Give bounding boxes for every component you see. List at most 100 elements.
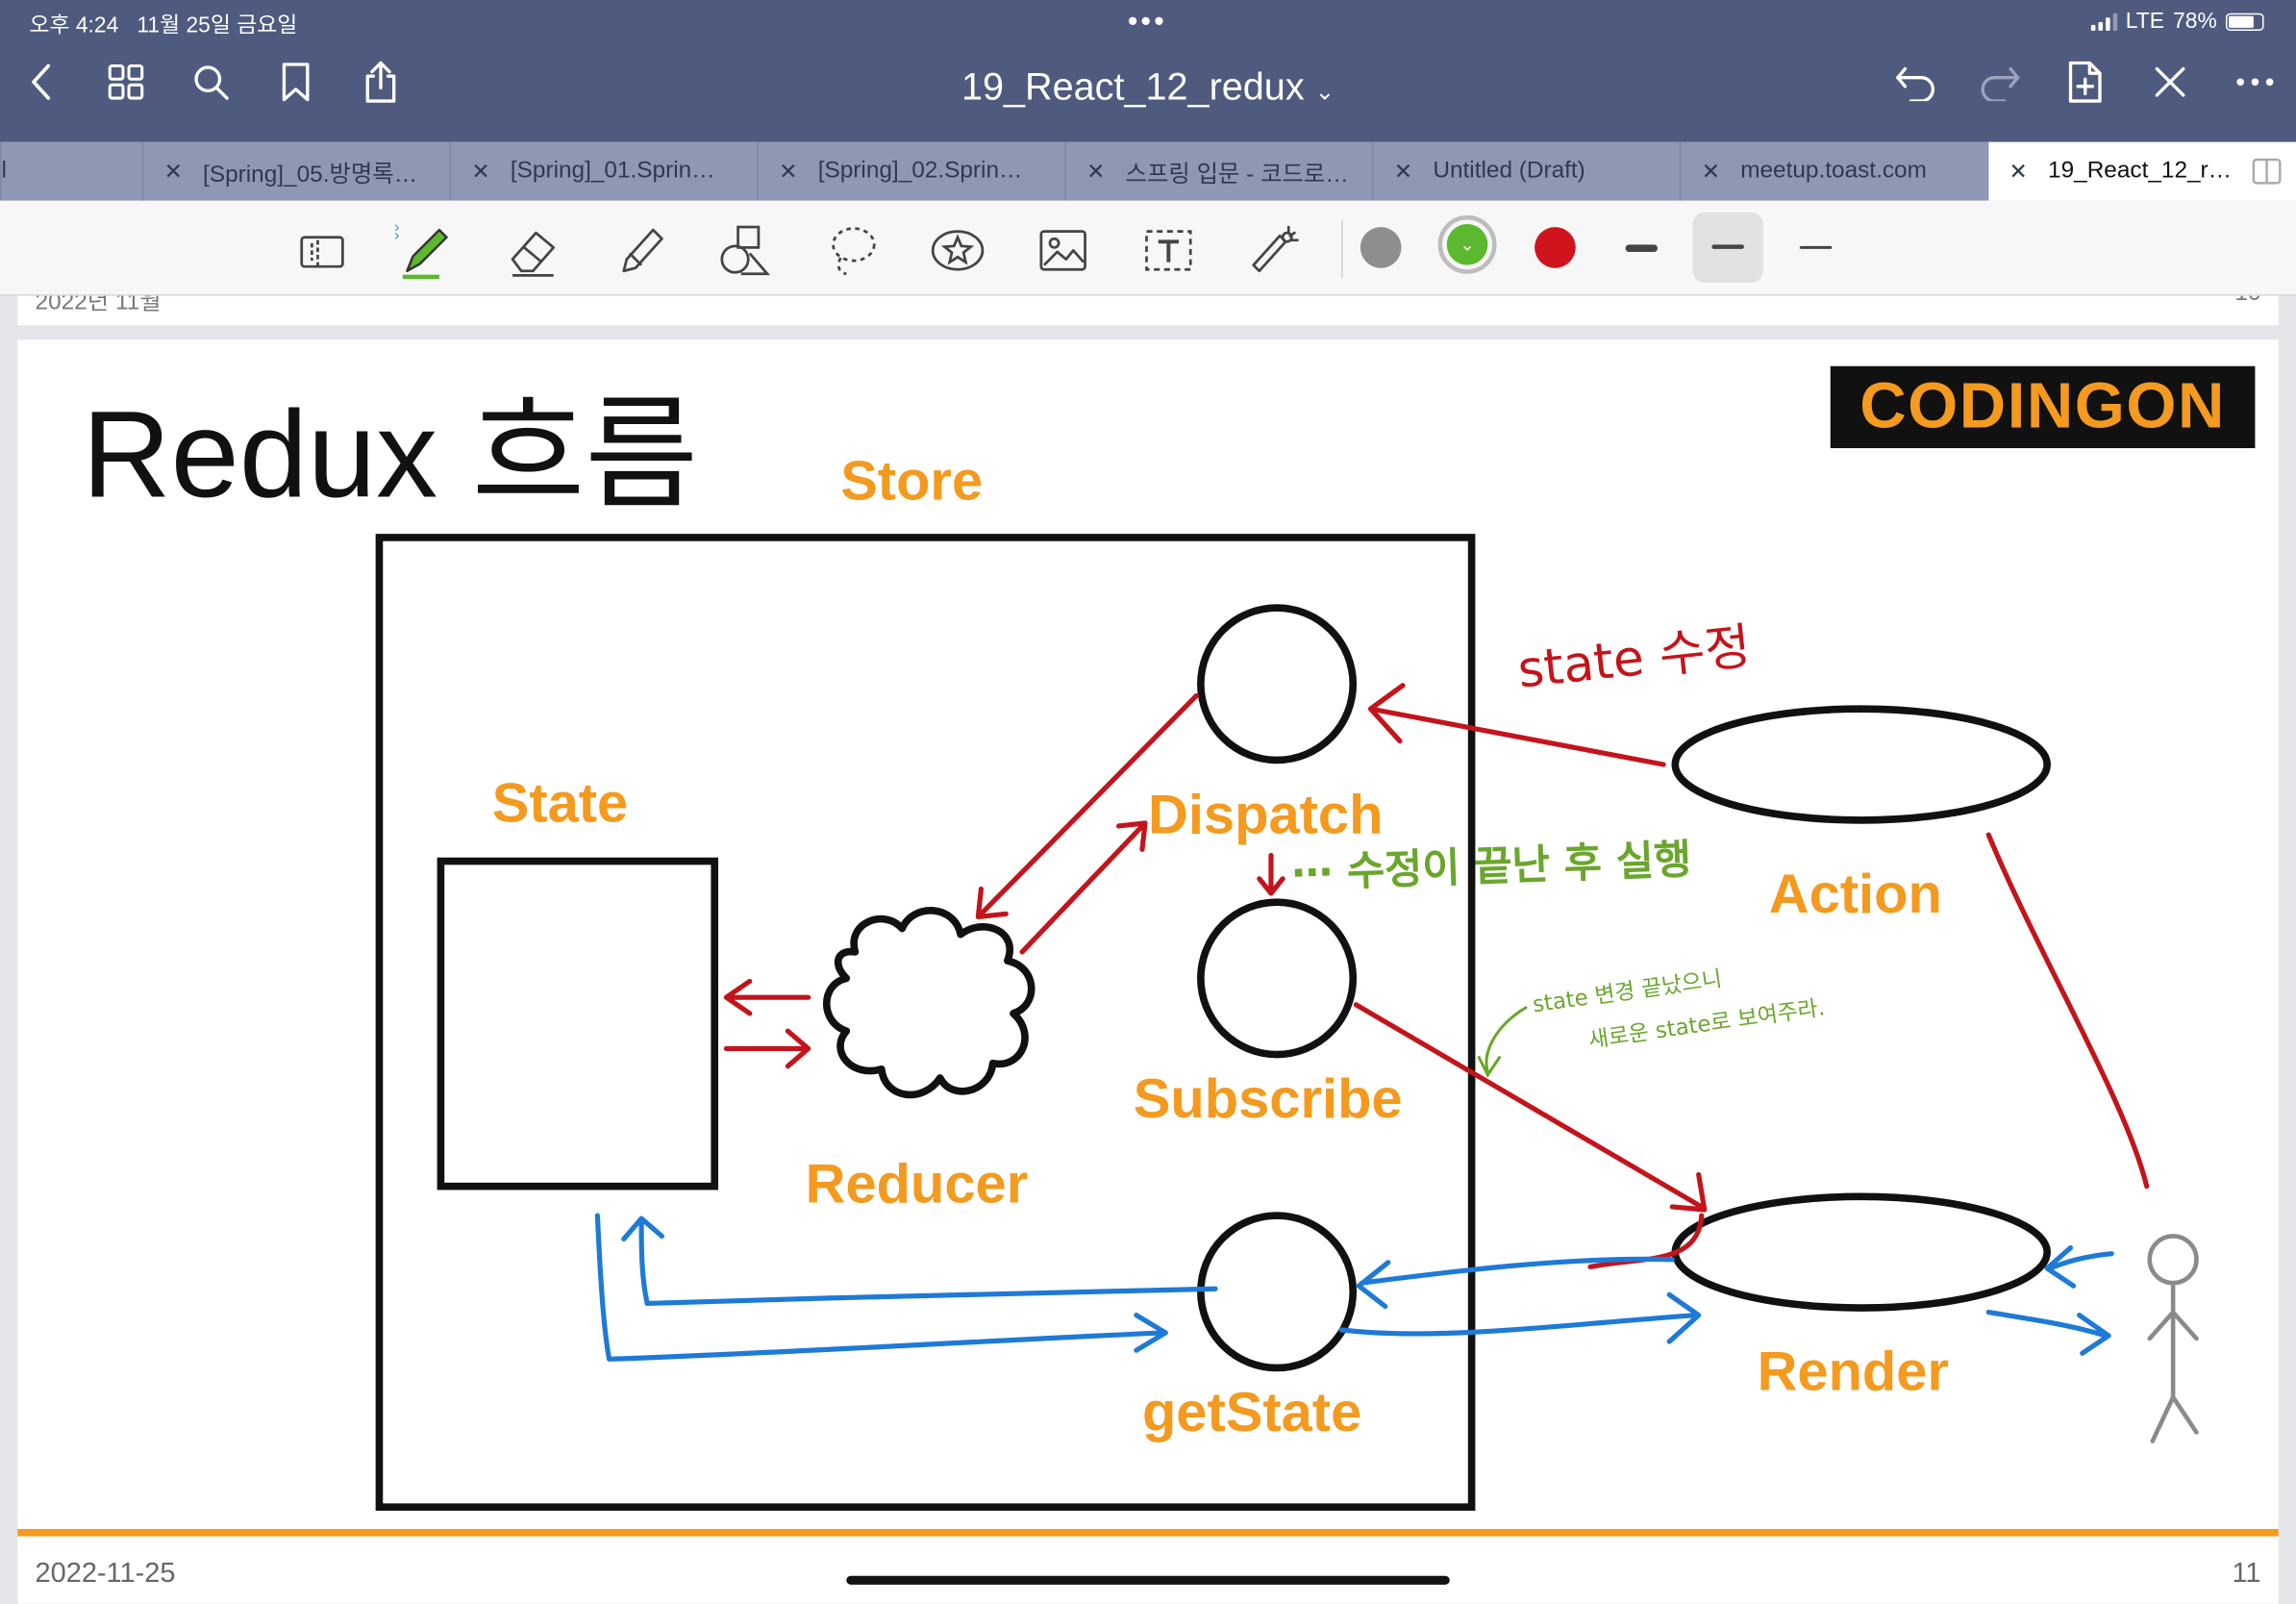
arrow-state-to-reducer: [723, 1028, 811, 1069]
shape-select-icon[interactable]: [293, 221, 352, 280]
tab-7-active[interactable]: ✕ 19_React_12_r…: [1986, 141, 2296, 201]
tab-4[interactable]: ✕ 스프링 입문 - 코드로…: [1064, 141, 1372, 201]
chevron-down-icon[interactable]: ⌄: [1315, 81, 1335, 106]
tab-bar: l ✕ [Spring]_05.방명록… ✕ [Spring]_01.Sprin… …: [0, 141, 2296, 201]
close-tab-icon[interactable]: ✕: [1394, 158, 1412, 185]
document-canvas[interactable]: 2022년 11월 10 Redux 흐름 CODINGON: [0, 295, 2296, 1604]
status-indicators: LTE 78%: [2090, 9, 2264, 35]
redo-icon[interactable]: [1977, 59, 2024, 106]
tab-0[interactable]: l: [0, 141, 142, 201]
tab-5[interactable]: ✕ Untitled (Draft): [1372, 141, 1680, 201]
shapes-icon[interactable]: [717, 221, 776, 280]
top-bar: 오후 4:24 11월 25일 금요일 ••• LTE 78% 19_React…: [0, 0, 2296, 142]
label-render: Render: [1757, 1341, 1949, 1404]
tab-1[interactable]: ✕ [Spring]_05.방명록…: [141, 141, 450, 201]
home-indicator[interactable]: [846, 1575, 1450, 1585]
arrow-getstate-to-render: [1338, 1291, 1702, 1344]
label-action: Action: [1768, 864, 1942, 926]
arrow-state-to-getstate: [594, 1213, 1168, 1362]
getstate-circle: [1197, 1212, 1358, 1372]
status-date: 11월 25일 금요일: [137, 13, 298, 38]
color-swatch-red[interactable]: [1535, 227, 1576, 268]
highlighter-icon[interactable]: [612, 221, 671, 280]
tab-label: 스프링 입문 - 코드로…: [1125, 163, 1349, 188]
tab-6[interactable]: ✕ meetup.toast.com: [1679, 141, 1987, 201]
subscribe-circle: [1197, 898, 1358, 1059]
line-user-to-action: [1985, 832, 2150, 1190]
label-getstate: getState: [1141, 1382, 1362, 1444]
multitask-handle[interactable]: •••: [1128, 8, 1167, 37]
arrow-getstate-to-state: [621, 1216, 1218, 1307]
close-tab-icon[interactable]: ✕: [164, 158, 183, 185]
lasso-icon[interactable]: [823, 221, 882, 280]
undo-icon[interactable]: [1892, 59, 1939, 106]
close-tab-icon[interactable]: ✕: [1086, 158, 1105, 185]
close-edit-icon[interactable]: [2147, 59, 2194, 106]
status-time: 오후 4:24 11월 25일 금요일: [29, 9, 297, 39]
eraser-icon[interactable]: [504, 221, 562, 280]
tab-label: [Spring]_01.Sprin…: [510, 158, 715, 184]
dispatch-circle: [1197, 604, 1358, 764]
laser-pointer-icon[interactable]: [1245, 221, 1304, 280]
previous-page-edge: 2022년 11월 10: [17, 295, 2279, 326]
image-icon[interactable]: [1034, 221, 1092, 280]
slide-page: Redux 흐름 CODINGON Store State Reducer Di…: [17, 339, 2279, 1604]
thickness-thin[interactable]: [1799, 245, 1833, 249]
battery-icon: [2225, 12, 2264, 31]
prev-page-date: 2022년 11월: [35, 295, 162, 315]
action-ellipse: [1671, 705, 2051, 824]
add-page-icon[interactable]: [2061, 59, 2109, 106]
label-subscribe: Subscribe: [1133, 1068, 1403, 1131]
thickness-medium-selected[interactable]: [1692, 212, 1763, 283]
close-tab-icon[interactable]: ✕: [1702, 158, 1720, 185]
prev-page-number: 10: [2234, 296, 2260, 308]
user-stick-figure: [2147, 1234, 2199, 1443]
tab-3[interactable]: ✕ [Spring]_02.Sprin…: [757, 141, 1064, 201]
drawing-toolbar: ᛒ ⌄: [0, 200, 2296, 473]
footer-date: 2022-11-25: [35, 1558, 176, 1590]
document-title-text[interactable]: 19_React_12_redux: [961, 64, 1305, 109]
arrow-user-to-render: [2044, 1245, 2114, 1289]
thickness-thick[interactable]: [1625, 244, 1659, 252]
pen-icon[interactable]: ᛒ: [395, 221, 454, 280]
document-title[interactable]: 19_React_12_redux ⌄: [0, 64, 2296, 110]
green-pointer-arrow: [1477, 1006, 1528, 1078]
signal-icon: [2090, 12, 2117, 31]
state-box: [437, 857, 719, 1190]
status-clock: 오후 4:24: [29, 13, 119, 38]
sticker-icon[interactable]: [929, 221, 987, 280]
tab-label: [Spring]_02.Sprin…: [817, 158, 1023, 184]
label-reducer: Reducer: [805, 1154, 1029, 1216]
tab-label: [Spring]_05.방명록…: [203, 163, 418, 188]
close-tab-icon[interactable]: ✕: [2009, 158, 2028, 185]
footer-rule: [17, 1529, 2279, 1537]
tab-label: meetup.toast.com: [1740, 158, 1927, 184]
arrow-reducer-to-dispatch: [1019, 820, 1148, 955]
tab-2[interactable]: ✕ [Spring]_01.Sprin…: [449, 141, 758, 201]
tab-label: 19_React_12_r…: [2048, 158, 2233, 184]
more-icon[interactable]: [2232, 59, 2279, 106]
arrow-render-to-user: [1985, 1310, 2111, 1356]
tab-label: l: [1, 158, 7, 184]
close-tab-icon[interactable]: ✕: [471, 158, 489, 185]
screen: 오후 4:24 11월 25일 금요일 ••• LTE 78% 19_React…: [0, 0, 2296, 1604]
svg-text:ᛒ: ᛒ: [395, 221, 402, 244]
network-label: LTE: [2125, 9, 2164, 35]
tab-label: Untitled (Draft): [1433, 158, 1585, 184]
toolbar-divider: [1341, 219, 1343, 279]
render-ellipse: [1671, 1192, 2051, 1312]
color-swatch-gray[interactable]: [1360, 227, 1402, 268]
label-store: Store: [840, 451, 984, 514]
nav-bar: 19_React_12_redux ⌄: [0, 59, 2296, 129]
arrow-dispatch-to-subscribe: [1257, 852, 1285, 896]
thickness-medium-line: [1711, 244, 1744, 249]
text-icon[interactable]: [1139, 221, 1198, 280]
page-number: 11: [2232, 1558, 2261, 1590]
label-dispatch: Dispatch: [1148, 785, 1384, 847]
color-swatch-green[interactable]: ⌄: [1446, 224, 1488, 265]
split-view-icon[interactable]: [2252, 158, 2282, 191]
arrow-render-to-getstate: [1356, 1256, 1675, 1310]
close-tab-icon[interactable]: ✕: [779, 158, 797, 185]
reducer-cloud: [822, 907, 1036, 1099]
arrow-reducer-to-state: [723, 978, 811, 1016]
